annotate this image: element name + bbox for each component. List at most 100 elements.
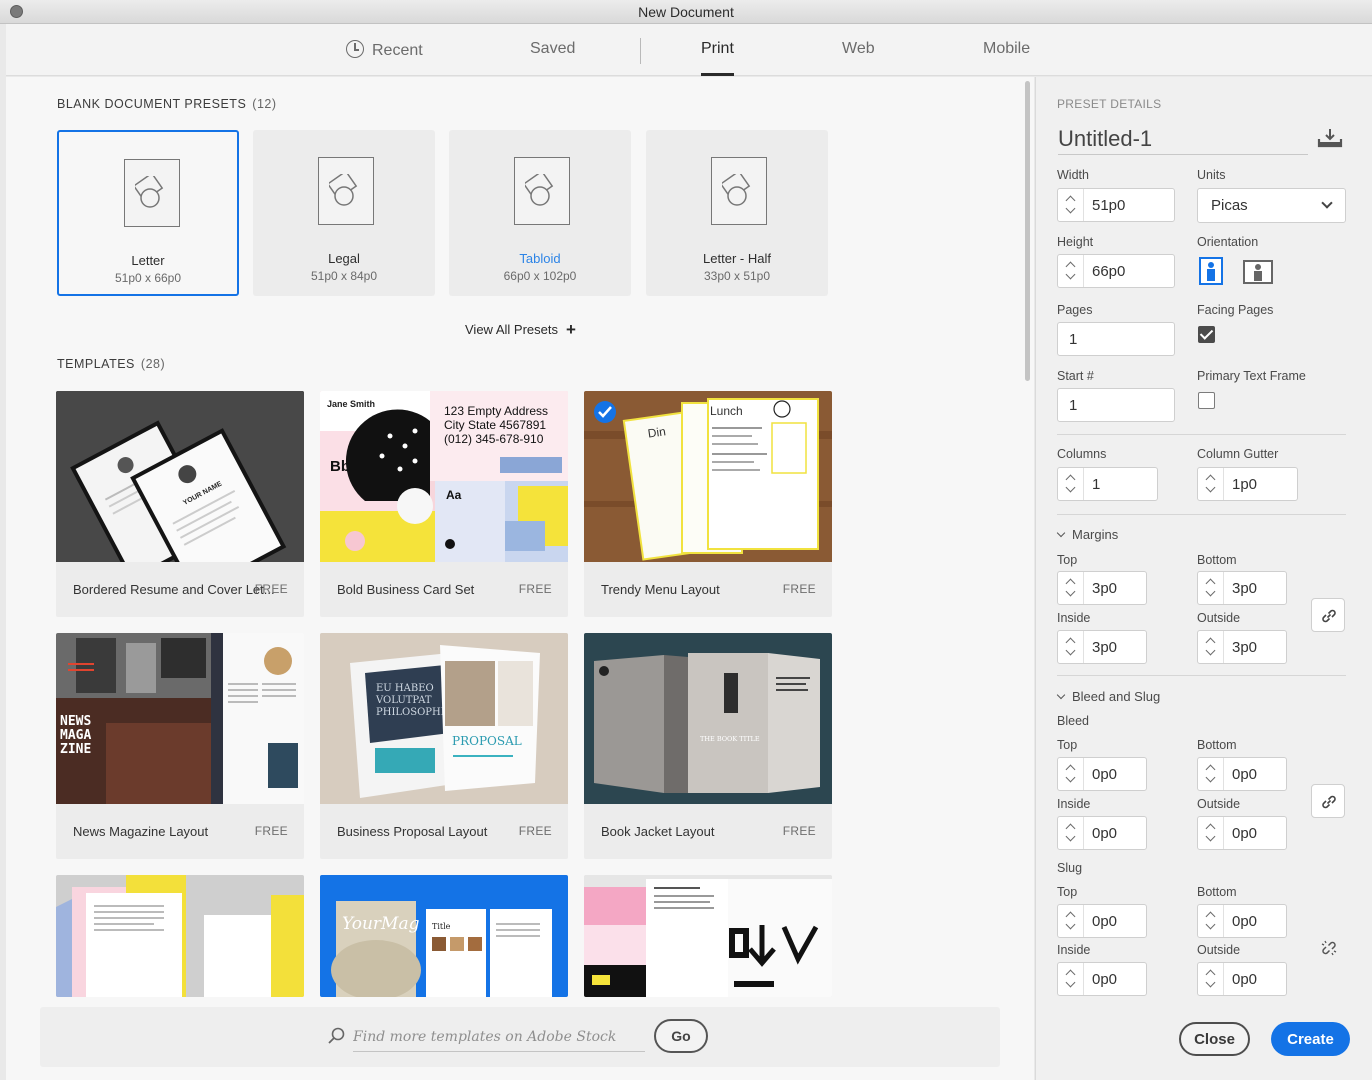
free-badge: FREE — [518, 582, 552, 596]
preset-details-heading: PRESET DETAILS — [1057, 97, 1162, 111]
width-stepper[interactable] — [1058, 189, 1084, 221]
start-page-field[interactable]: 1 — [1057, 388, 1175, 422]
template-card-menu[interactable]: Din Lunch Trendy Menu Layout FREE — [584, 391, 832, 617]
bleed-slug-section-toggle[interactable]: Bleed and Slug — [1056, 689, 1160, 704]
height-stepper[interactable] — [1058, 255, 1084, 287]
preset-size: 51p0 x 84p0 — [310, 269, 378, 283]
template-card-partial-1[interactable] — [56, 875, 304, 997]
column-gutter-field[interactable]: 1p0 — [1197, 467, 1298, 501]
free-badge: FREE — [254, 824, 288, 838]
stock-search-input[interactable] — [353, 1022, 645, 1052]
tab-mobile[interactable]: Mobile — [983, 40, 1030, 76]
margin-bottom-stepper[interactable] — [1198, 572, 1224, 604]
template-card-partial-3[interactable] — [584, 875, 832, 997]
template-thumbnail: NEWS MAGA ZINE — [56, 633, 304, 804]
preset-letter[interactable]: Letter 51p0 x 66p0 — [57, 130, 239, 296]
width-label: Width — [1057, 168, 1089, 182]
margin-top-field[interactable]: 3p0 — [1057, 571, 1147, 605]
margin-top-stepper[interactable] — [1058, 572, 1084, 604]
template-card-book-jacket[interactable]: THE BOOK TITLE Book Jacket Layout FREE — [584, 633, 832, 859]
tab-recent-label: Recent — [372, 42, 423, 59]
tab-recent[interactable]: Recent — [346, 40, 423, 76]
tab-print[interactable]: Print — [701, 40, 734, 76]
margin-top-label: Top — [1057, 553, 1078, 567]
portrait-orientation-icon[interactable] — [1198, 257, 1226, 285]
slug-inside-label: Inside — [1057, 943, 1091, 957]
bleed-bottom-stepper[interactable] — [1198, 758, 1224, 790]
free-badge: FREE — [254, 582, 288, 596]
bleed-inside-field[interactable]: 0p0 — [1057, 816, 1147, 850]
create-button[interactable]: Create — [1271, 1022, 1350, 1056]
go-button[interactable]: Go — [654, 1019, 708, 1053]
preset-tabloid[interactable]: Tabloid 66p0 x 102p0 — [449, 130, 631, 296]
slug-outside-value: 0p0 — [1232, 971, 1258, 988]
document-name-input[interactable] — [1058, 123, 1308, 155]
template-card-business-card[interactable]: Jane Smith Bb 123 Empty Address City Sta… — [320, 391, 568, 617]
slug-bottom-stepper[interactable] — [1198, 905, 1224, 937]
bleed-bottom-field[interactable]: 0p0 — [1197, 757, 1287, 791]
main-content: BLANK DOCUMENT PRESETS (12) Letter 51p0 x… — [6, 77, 1034, 1080]
template-card-resume[interactable]: YOUR NAME Bordered Resume and Cover Let.… — [56, 391, 304, 617]
presets-title: BLANK DOCUMENT PRESETS — [57, 97, 247, 111]
save-preset-icon[interactable] — [1317, 127, 1343, 149]
margin-inside-stepper[interactable] — [1058, 631, 1084, 663]
unlink-icon[interactable] — [1320, 939, 1338, 957]
margin-inside-field[interactable]: 3p0 — [1057, 630, 1147, 664]
view-all-presets-link[interactable]: View All Presets + — [465, 320, 576, 340]
thumb-text: Aa — [446, 488, 462, 502]
slug-bottom-value: 0p0 — [1232, 913, 1258, 930]
slug-top-field[interactable]: 0p0 — [1057, 904, 1147, 938]
height-field[interactable]: 66p0 — [1057, 254, 1175, 288]
divider — [1057, 675, 1346, 676]
link-margins-button[interactable] — [1311, 598, 1345, 632]
margin-outside-stepper[interactable] — [1198, 631, 1224, 663]
facing-pages-checkbox[interactable] — [1198, 326, 1215, 343]
template-card-news-magazine[interactable]: NEWS MAGA ZINE News Magazine Layout FREE — [56, 633, 304, 859]
template-card-proposal[interactable]: EU HABEO VOLUTPAT PHILOSOPHIA PROPOSAL B… — [320, 633, 568, 859]
bleed-bottom-label: Bottom — [1197, 738, 1237, 752]
gutter-stepper[interactable] — [1198, 468, 1224, 500]
thumb-text: City State 4567891 — [444, 418, 546, 432]
bleed-top-stepper[interactable] — [1058, 758, 1084, 790]
slug-inside-stepper[interactable] — [1058, 963, 1084, 995]
template-thumbnail: Din Lunch — [584, 391, 832, 562]
slug-top-value: 0p0 — [1092, 913, 1118, 930]
bleed-top-value: 0p0 — [1092, 766, 1118, 783]
tab-saved[interactable]: Saved — [530, 40, 575, 76]
template-card-partial-2[interactable]: YourMag Title — [320, 875, 568, 997]
bleed-label: Bleed — [1057, 714, 1089, 728]
slug-inside-field[interactable]: 0p0 — [1057, 962, 1147, 996]
preset-letter-half[interactable]: Letter - Half 33p0 x 51p0 — [646, 130, 828, 296]
width-field[interactable]: 51p0 — [1057, 188, 1175, 222]
bleed-outside-field[interactable]: 0p0 — [1197, 816, 1287, 850]
link-bleed-button[interactable] — [1311, 784, 1345, 818]
margins-section-toggle[interactable]: Margins — [1056, 527, 1118, 542]
scrollbar[interactable] — [1025, 81, 1030, 381]
landscape-orientation-icon[interactable] — [1243, 259, 1273, 285]
slug-outside-stepper[interactable] — [1198, 963, 1224, 995]
slug-outside-field[interactable]: 0p0 — [1197, 962, 1287, 996]
margin-outside-field[interactable]: 3p0 — [1197, 630, 1287, 664]
columns-field[interactable]: 1 — [1057, 467, 1158, 501]
preset-legal[interactable]: Legal 51p0 x 84p0 — [253, 130, 435, 296]
bleed-top-field[interactable]: 0p0 — [1057, 757, 1147, 791]
templates-heading: TEMPLATES (28) — [57, 357, 165, 371]
close-button[interactable]: Close — [1179, 1022, 1250, 1056]
slug-bottom-field[interactable]: 0p0 — [1197, 904, 1287, 938]
template-thumbnail: Jane Smith Bb 123 Empty Address City Sta… — [320, 391, 568, 562]
bleed-inside-stepper[interactable] — [1058, 817, 1084, 849]
tab-web[interactable]: Web — [842, 40, 875, 76]
columns-stepper[interactable] — [1058, 468, 1084, 500]
bleed-outside-stepper[interactable] — [1198, 817, 1224, 849]
units-select[interactable]: Picas — [1197, 188, 1346, 223]
window-close-button[interactable] — [10, 5, 23, 18]
primary-text-frame-checkbox[interactable] — [1198, 392, 1215, 409]
stock-search-bar: Go — [40, 1007, 1000, 1067]
facing-pages-label: Facing Pages — [1197, 303, 1274, 317]
height-label: Height — [1057, 235, 1094, 249]
plus-icon: + — [565, 320, 576, 339]
margin-bottom-field[interactable]: 3p0 — [1197, 571, 1287, 605]
preset-name: Letter - Half — [703, 251, 771, 266]
slug-top-stepper[interactable] — [1058, 905, 1084, 937]
pages-field[interactable]: 1 — [1057, 322, 1175, 356]
